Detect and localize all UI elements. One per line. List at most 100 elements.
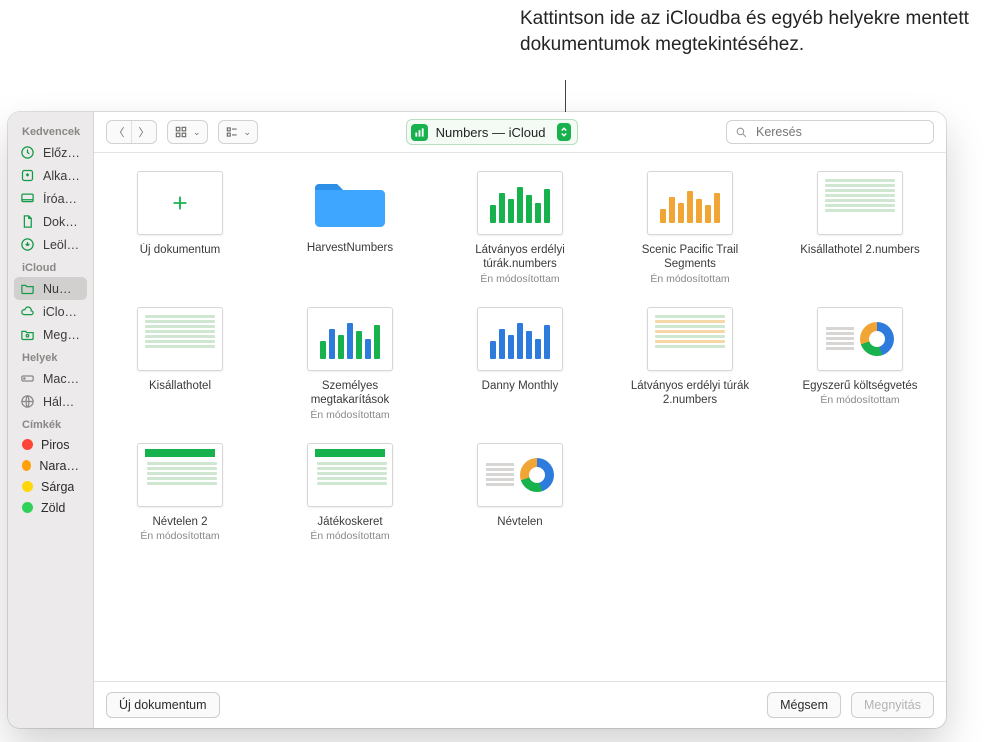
- item-subtitle: Én módosítottam: [820, 394, 899, 406]
- tag-dot-icon: [22, 481, 33, 492]
- item-subtitle: Én módosítottam: [650, 273, 729, 285]
- cancel-button[interactable]: Mégsem: [767, 692, 841, 718]
- document-item[interactable]: Névtelen 2Én módosítottam: [116, 443, 244, 542]
- tag-label: Piros: [41, 438, 69, 452]
- app-icon: [20, 168, 35, 184]
- document-item[interactable]: Danny Monthly: [456, 307, 584, 421]
- document-item[interactable]: Egyszerű költségvetésÉn módosítottam: [796, 307, 924, 421]
- new-document-item[interactable]: Új dokumentum: [116, 171, 244, 285]
- sidebar-tag-green[interactable]: Zöld: [8, 497, 93, 518]
- numbers-app-icon: [411, 124, 428, 141]
- tag-dot-icon: [22, 439, 33, 450]
- sidebar-item-macintosh-hd[interactable]: Macintosh HD: [8, 367, 93, 390]
- location-popup[interactable]: Numbers — iCloud: [406, 119, 579, 145]
- document-item[interactable]: JátékoskeretÉn módosítottam: [286, 443, 414, 542]
- open-dialog-window: Kedvencek Előzmények Alkalmazások Íróasz…: [8, 112, 946, 728]
- folder-icon: [20, 281, 35, 297]
- sidebar-item-label: Macintosh HD: [43, 372, 81, 386]
- document-item[interactable]: Névtelen: [456, 443, 584, 542]
- item-title: Kisállathotel 2.numbers: [800, 243, 920, 257]
- search-field[interactable]: [726, 120, 934, 144]
- document-item[interactable]: Kisállathotel: [116, 307, 244, 421]
- sidebar-item-label: Íróasztal: [43, 192, 81, 206]
- sidebar-item-applications[interactable]: Alkalmazások: [8, 164, 93, 187]
- tag-label: Sárga: [41, 480, 74, 494]
- search-icon: [735, 126, 748, 139]
- document-thumbnail: [817, 307, 903, 371]
- sidebar-item-numbers[interactable]: Numbers: [14, 277, 87, 300]
- sidebar-header-locations: Helyek: [8, 346, 93, 367]
- document-thumbnail: [477, 307, 563, 371]
- sidebar-item-label: Megosztott: [43, 328, 81, 342]
- item-title: Névtelen 2: [153, 515, 208, 529]
- folder-thumbnail: [308, 171, 392, 233]
- sidebar-item-recents[interactable]: Előzmények: [8, 141, 93, 164]
- location-label: Numbers — iCloud: [436, 125, 546, 140]
- sidebar-item-downloads[interactable]: Leöltések: [8, 233, 93, 256]
- document-thumbnail: [477, 171, 563, 235]
- shared-folder-icon: [20, 327, 35, 343]
- sidebar-header-icloud: iCloud: [8, 256, 93, 277]
- file-grid: Új dokumentum HarvestNumbers Látványos erd…: [94, 153, 946, 681]
- document-item[interactable]: Kisállathotel 2.numbers: [796, 171, 924, 285]
- sidebar-tag-orange[interactable]: Narancs: [8, 455, 93, 476]
- folder-item[interactable]: HarvestNumbers: [286, 171, 414, 285]
- document-thumbnail: [477, 443, 563, 507]
- hdd-icon: [20, 371, 35, 387]
- tag-label: Zöld: [41, 501, 65, 515]
- main-area: 〈 〉 ⌄ ⌄ Numbers — iCloud: [94, 112, 946, 728]
- sidebar-item-label: Alkalmazások: [43, 169, 81, 183]
- group-icon: [225, 125, 239, 139]
- item-subtitle: Én módosítottam: [310, 409, 389, 421]
- location-chevrons-icon: [557, 123, 571, 141]
- sidebar-tag-yellow[interactable]: Sárga: [8, 476, 93, 497]
- sidebar-item-desktop[interactable]: Íróasztal: [8, 187, 93, 210]
- document-thumbnail: [817, 171, 903, 235]
- open-button[interactable]: Megnyitás: [851, 692, 934, 718]
- desktop-icon: [20, 191, 35, 207]
- chevron-right-icon: 〉: [139, 124, 150, 140]
- document-thumbnail: [307, 307, 393, 371]
- sidebar-item-label: Előzmények: [43, 146, 81, 160]
- sidebar-tag-red[interactable]: Piros: [8, 434, 93, 455]
- new-document-thumbnail: [137, 171, 223, 235]
- document-item[interactable]: Scenic Pacific Trail SegmentsÉn módosíto…: [626, 171, 754, 285]
- nav-back-forward: 〈 〉: [106, 120, 157, 144]
- item-title: Scenic Pacific Trail Segments: [626, 243, 754, 272]
- sidebar-item-network[interactable]: Hálózat: [8, 390, 93, 413]
- sidebar-item-icloud-drive[interactable]: iCloud Drive: [8, 300, 93, 323]
- sidebar-item-label: Leöltések: [43, 238, 81, 252]
- clock-icon: [20, 145, 35, 161]
- document-item[interactable]: Látványos erdélyi túrák 2.numbers: [626, 307, 754, 421]
- sidebar-header-tags: Címkék: [8, 413, 93, 434]
- item-title: Egyszerű költségvetés: [802, 379, 917, 393]
- document-thumbnail: [307, 443, 393, 507]
- document-thumbnail: [137, 307, 223, 371]
- item-title: Névtelen: [497, 515, 542, 529]
- view-mode-pulldown[interactable]: ⌄: [167, 120, 208, 144]
- sidebar-item-shared[interactable]: Megosztott: [8, 323, 93, 346]
- item-title: Játékoskeret: [317, 515, 382, 529]
- document-item[interactable]: Látványos erdélyi túrák.numbersÉn módosí…: [456, 171, 584, 285]
- sidebar-item-label: iCloud Drive: [43, 305, 81, 319]
- cloud-icon: [20, 304, 35, 320]
- doc-icon: [20, 214, 35, 230]
- search-input[interactable]: [754, 124, 925, 140]
- document-item[interactable]: Személyes megtakarításokÉn módosítottam: [286, 307, 414, 421]
- sidebar-header-favorites: Kedvencek: [8, 120, 93, 141]
- item-title: Új dokumentum: [140, 243, 221, 257]
- item-title: Személyes megtakarítások: [286, 379, 414, 408]
- item-subtitle: Én módosítottam: [140, 530, 219, 542]
- forward-button[interactable]: 〉: [131, 121, 156, 143]
- back-button[interactable]: 〈: [107, 121, 131, 143]
- sidebar-item-documents[interactable]: Dokumentumo: [8, 210, 93, 233]
- download-icon: [20, 237, 35, 253]
- item-title: Danny Monthly: [482, 379, 559, 393]
- grouping-pulldown[interactable]: ⌄: [218, 120, 259, 144]
- new-document-button[interactable]: Új dokumentum: [106, 692, 220, 718]
- grid-icon: [174, 125, 188, 139]
- item-title: Látványos erdélyi túrák.numbers: [456, 243, 584, 272]
- document-thumbnail: [647, 307, 733, 371]
- dialog-footer: Új dokumentum Mégsem Megnyitás: [94, 681, 946, 728]
- item-title: HarvestNumbers: [307, 241, 393, 255]
